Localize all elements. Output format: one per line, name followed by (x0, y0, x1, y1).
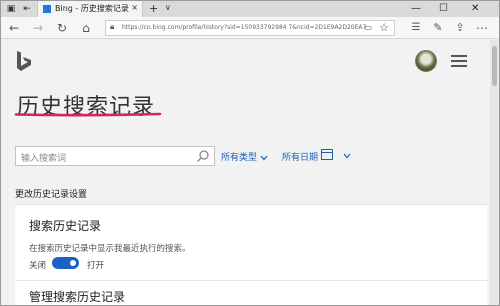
tab-preview-icon[interactable]: ▣ (5, 3, 17, 15)
back-icon[interactable]: ← (7, 21, 21, 35)
more-options-icon[interactable]: ⋯ (475, 21, 489, 35)
lock-icon: 🔒︎ (110, 22, 115, 31)
bing-favicon-icon (43, 5, 51, 13)
filter-type-label: 所有类型 (221, 153, 258, 163)
avatar[interactable] (415, 50, 437, 72)
card-title: 搜索历史记录 (29, 219, 102, 233)
manage-history-title: 管理搜索历史记录 (29, 290, 126, 304)
page-scrollbar[interactable] (490, 40, 499, 305)
scrollbar-thumb[interactable] (492, 46, 497, 86)
title-underline (14, 112, 162, 117)
tab-bar: ▣ ⇤ Bing - 历史搜索记录 × + ∨ — ☐ ✕ (1, 1, 499, 17)
hamburger-menu-icon[interactable] (451, 55, 467, 67)
reading-view-icon[interactable]: ▭ (364, 23, 372, 32)
url-text[interactable]: https://cn.bing.com/profile/history?sid=… (122, 24, 366, 31)
filter-date-label: 所有日期 (282, 153, 319, 163)
forward-icon[interactable]: → (31, 21, 45, 35)
tab-bing-history[interactable]: Bing - 历史搜索记录 × (37, 1, 143, 17)
tab-title: Bing - 历史搜索记录 (55, 4, 129, 13)
close-window-icon[interactable]: ✕ (471, 2, 479, 15)
refresh-icon[interactable]: ↻ (55, 21, 69, 35)
web-note-icon[interactable]: ✎ (431, 21, 445, 35)
tab-close-icon[interactable]: × (131, 3, 138, 12)
filter-type-dropdown[interactable]: 所有类型 (221, 150, 268, 163)
history-search-box[interactable]: 输入搜索词 (15, 146, 215, 166)
filter-date-dropdown[interactable]: 所有日期 (282, 150, 318, 163)
share-icon[interactable]: ⇪ (453, 21, 467, 35)
browser-window: ▣ ⇤ Bing - 历史搜索记录 × + ∨ — ☐ ✕ ← → ↻ ⌂ 🔒︎… (0, 0, 500, 306)
new-tab-icon[interactable]: + (149, 2, 158, 15)
page-content: 历史搜索记录 输入搜索词 所有类型 所有日期 更改历史记录设置 搜索历史记录 在… (1, 40, 490, 305)
navigation-bar: ← → ↻ ⌂ 🔒︎ https://cn.bing.com/profile/h… (1, 17, 499, 39)
search-input[interactable]: 输入搜索词 (21, 151, 66, 164)
divider (15, 280, 487, 281)
card-description: 在搜索历史记录中显示我最近执行的搜索。 (29, 244, 191, 254)
maximize-icon[interactable]: ☐ (439, 2, 448, 15)
chevron-down-icon (260, 155, 268, 160)
minimize-icon[interactable]: — (411, 2, 421, 15)
address-bar[interactable]: 🔒︎ https://cn.bing.com/profile/history?s… (105, 20, 395, 36)
toggle-on-label: 打开 (87, 261, 105, 271)
toggle-off-label: 关闭 (29, 261, 47, 271)
search-icon[interactable] (196, 149, 210, 163)
home-icon[interactable]: ⌂ (79, 21, 93, 35)
favorite-star-icon[interactable]: ☆ (379, 21, 389, 34)
chevron-down-icon[interactable] (343, 153, 351, 159)
toggle-knob (70, 260, 76, 266)
search-history-toggle[interactable] (52, 257, 79, 269)
settings-card: 搜索历史记录 在搜索历史记录中显示我最近执行的搜索。 关闭 打开 管理搜索历史记… (15, 204, 487, 305)
section-label: 更改历史记录设置 (15, 190, 88, 200)
calendar-icon[interactable] (321, 149, 333, 160)
bing-logo[interactable] (15, 50, 33, 74)
favorites-hub-icon[interactable]: ☰ (409, 21, 423, 35)
set-aside-tabs-icon[interactable]: ⇤ (21, 3, 33, 15)
tab-dropdown-icon[interactable]: ∨ (165, 3, 171, 12)
